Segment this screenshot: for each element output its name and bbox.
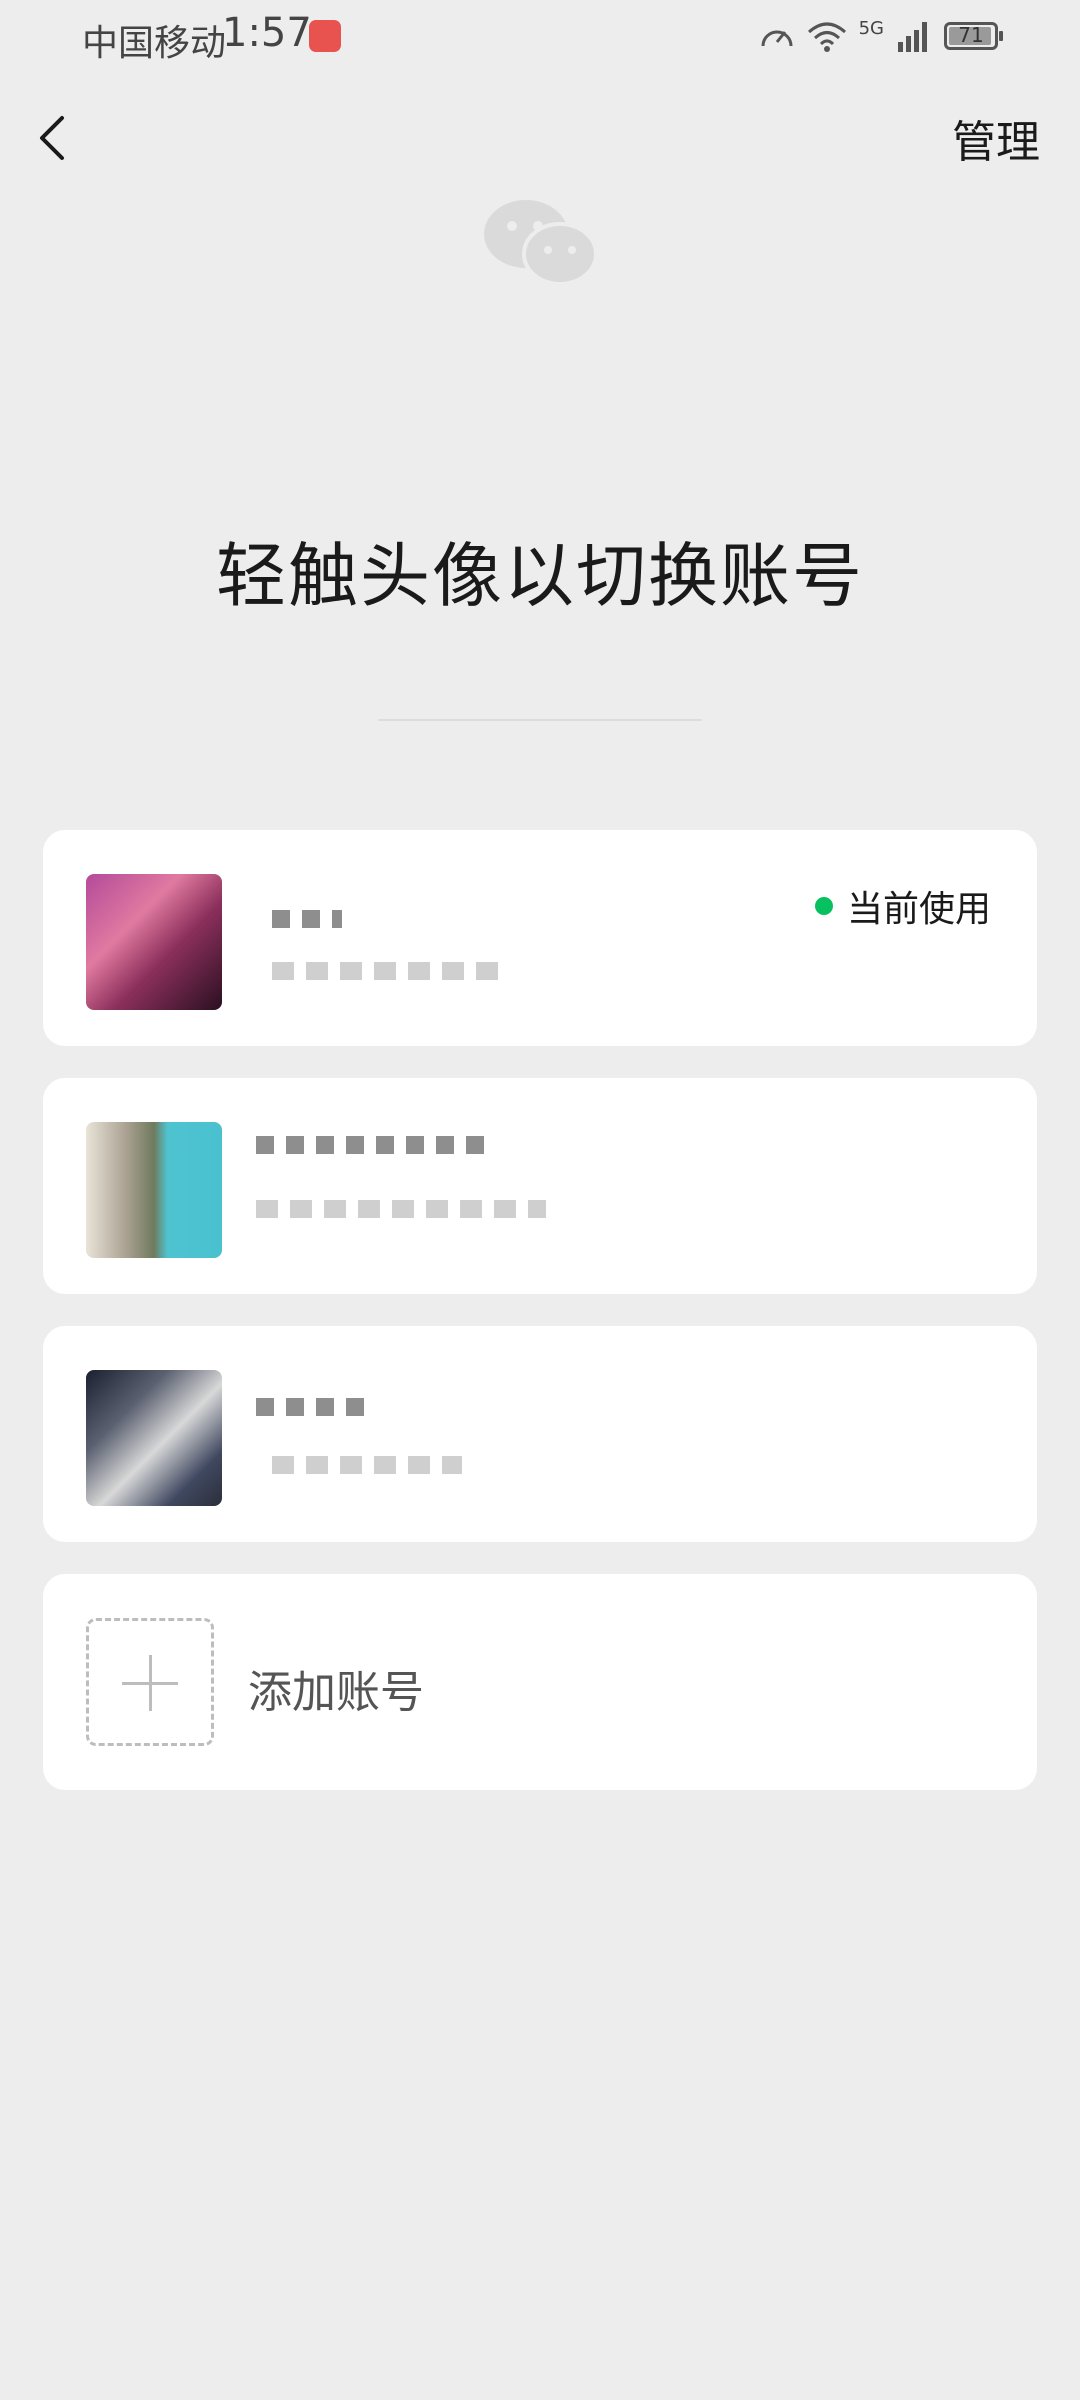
account-avatar[interactable] xyxy=(86,1122,222,1258)
account-name-redacted xyxy=(272,910,342,928)
current-account-label: 当前使用 xyxy=(846,889,991,930)
wechat-logo-icon xyxy=(484,200,598,286)
page-title: 轻触头像以切换账号 xyxy=(216,535,864,617)
account-id-redacted xyxy=(272,1456,462,1474)
speedometer-icon xyxy=(761,30,793,47)
account-avatar[interactable] xyxy=(86,874,222,1010)
battery-level: 71 xyxy=(958,23,984,47)
status-icons: 5G 71 xyxy=(759,18,1003,54)
account-card[interactable] xyxy=(43,1078,1037,1294)
current-account-indicator: 当前使用 xyxy=(814,880,991,932)
clock-time: 1:57 xyxy=(222,10,312,56)
add-account-button[interactable] xyxy=(86,1618,214,1746)
status-bar: 中国移动 1:57 5G 71 xyxy=(0,0,1080,72)
manage-button[interactable]: 管理 xyxy=(952,106,1040,170)
account-id-redacted xyxy=(256,1200,546,1218)
signal-icon xyxy=(898,22,927,52)
divider xyxy=(378,719,702,721)
status-dot-icon xyxy=(814,897,833,915)
add-account-card[interactable]: 添加账号 xyxy=(43,1574,1037,1790)
account-id-redacted xyxy=(272,962,502,980)
carrier-name: 中国移动 xyxy=(82,23,227,64)
account-card[interactable] xyxy=(43,1326,1037,1542)
network-type-label: 5G xyxy=(858,18,884,39)
battery-icon: 71 xyxy=(944,22,1003,50)
add-account-label: 添加账号 xyxy=(248,1667,424,1718)
wifi-icon xyxy=(807,22,846,52)
account-avatar[interactable] xyxy=(86,1370,222,1506)
back-button[interactable] xyxy=(28,106,76,170)
app-notification-icon xyxy=(309,20,341,52)
account-name-redacted xyxy=(256,1136,486,1154)
back-chevron-icon xyxy=(40,116,64,160)
account-card[interactable]: 当前使用 xyxy=(43,830,1037,1046)
account-name-redacted xyxy=(256,1398,376,1416)
